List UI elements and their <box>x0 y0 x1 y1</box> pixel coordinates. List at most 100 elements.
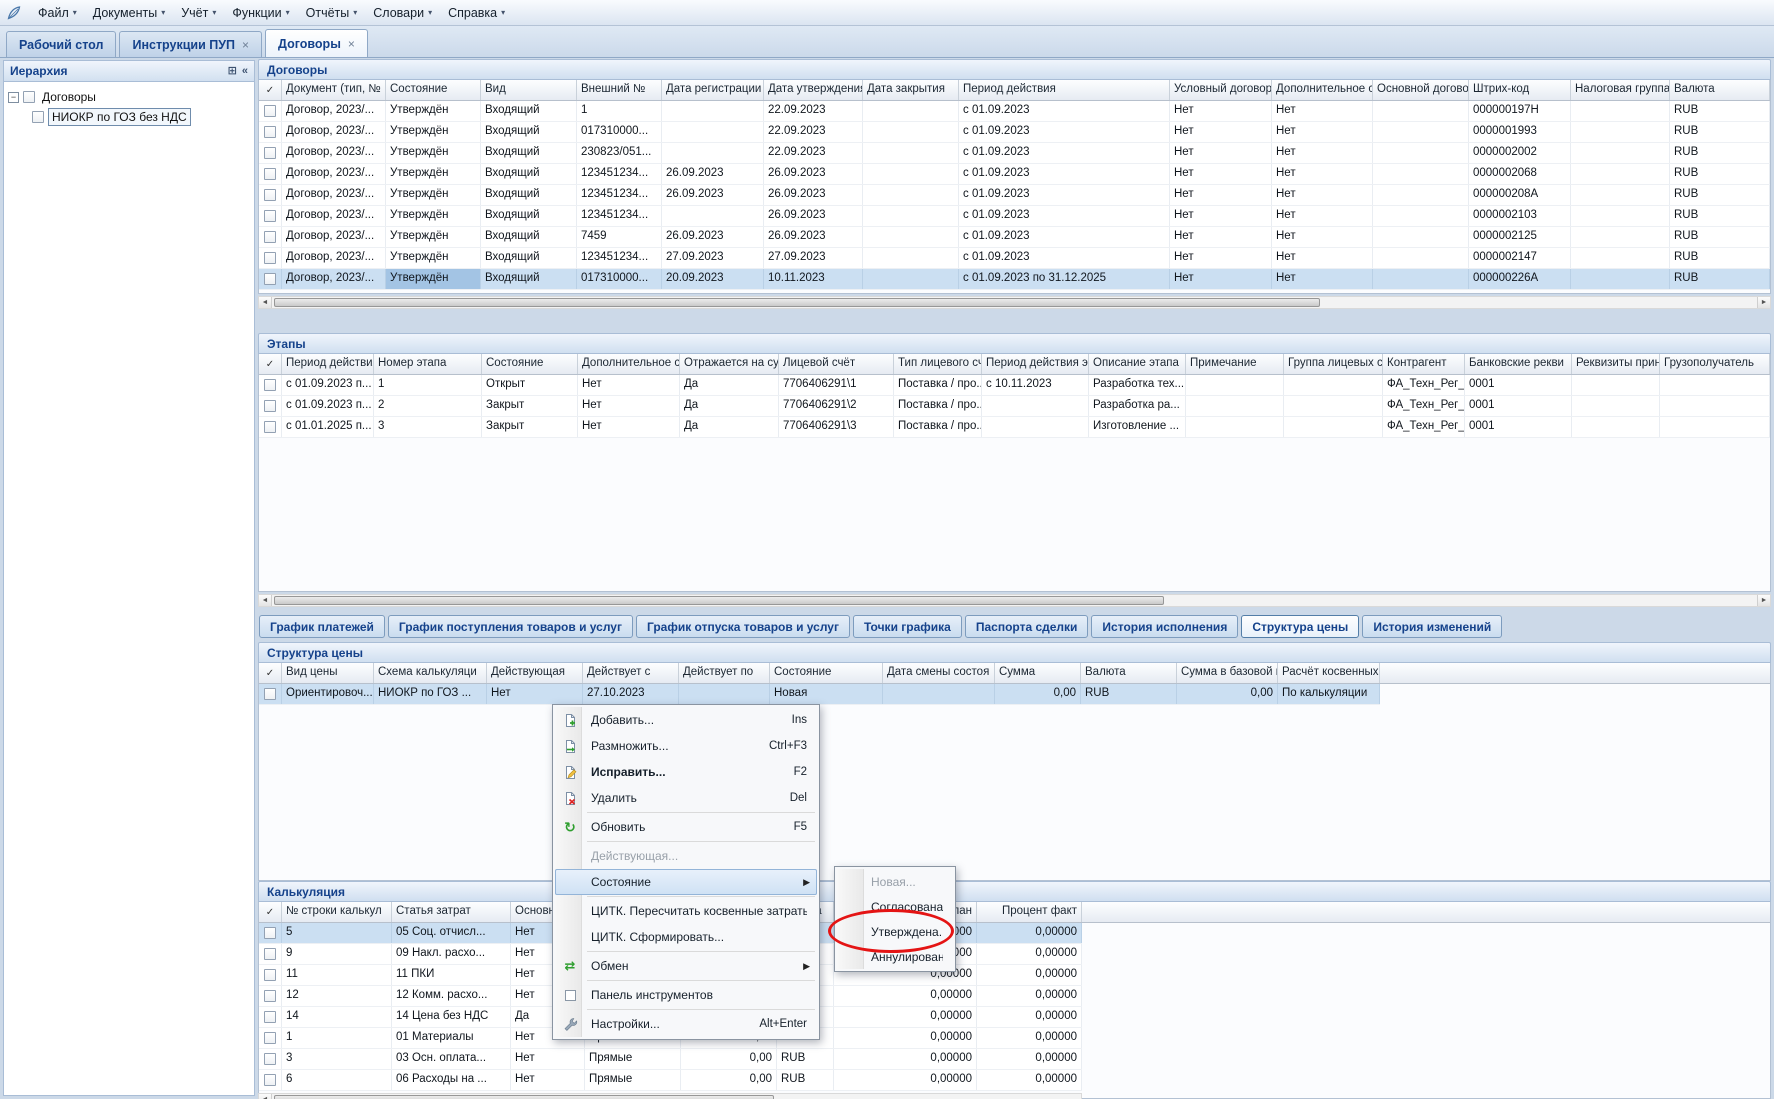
table-cell[interactable]: 03 Осн. оплата... <box>392 1049 511 1069</box>
close-tab-icon[interactable]: × <box>348 37 355 51</box>
row-checkbox[interactable] <box>264 969 276 981</box>
column-header[interactable]: Сумма в базовой в <box>1177 663 1278 683</box>
table-cell[interactable]: RUB <box>1670 101 1770 121</box>
table-cell[interactable]: 11 ПКИ <box>392 965 511 985</box>
table-row[interactable]: Договор, 2023/...УтверждёнВходящий123451… <box>259 164 1770 185</box>
row-checkbox[interactable] <box>264 400 276 412</box>
table-row[interactable]: с 01.09.2023 п...2ЗакрытНетДа7706406291\… <box>259 396 1770 417</box>
row-checkbox[interactable] <box>264 1053 276 1065</box>
menu-item[interactable]: Аннулирована... <box>837 944 953 969</box>
table-cell[interactable]: 27.09.2023 <box>662 248 764 268</box>
table-cell[interactable]: 0,00000 <box>834 986 977 1006</box>
table-cell[interactable] <box>1571 248 1670 268</box>
column-header[interactable]: Действует с <box>583 663 679 683</box>
table-cell[interactable]: Нет <box>1170 227 1272 247</box>
table-cell[interactable]: 0000002125 <box>1469 227 1571 247</box>
column-header[interactable]: Дополнительное с <box>1272 80 1373 100</box>
menubar-item[interactable]: Словари▾ <box>365 2 440 24</box>
table-cell[interactable]: Утверждён <box>386 227 481 247</box>
table-cell[interactable]: Договор, 2023/... <box>282 101 386 121</box>
table-cell[interactable]: Утверждён <box>386 101 481 121</box>
calculation-table[interactable]: ✓№ строки калькулСтатья затратОсновнаяВи… <box>258 902 1771 1099</box>
table-cell[interactable]: 7706406291\1 <box>779 375 894 395</box>
table-cell[interactable]: Да <box>680 417 779 437</box>
table-cell[interactable]: 123451234... <box>577 185 662 205</box>
table-cell[interactable]: с 01.09.2023 п... <box>282 396 374 416</box>
table-cell[interactable]: Нет <box>1170 185 1272 205</box>
table-cell[interactable] <box>1572 417 1660 437</box>
table-cell[interactable]: 22.09.2023 <box>764 101 863 121</box>
table-cell[interactable]: ФА_Техн_Рег_... <box>1383 417 1465 437</box>
table-cell[interactable]: ФА_Техн_Рег_... <box>1383 396 1465 416</box>
table-cell[interactable]: Новая <box>770 684 883 704</box>
table-cell[interactable] <box>1571 185 1670 205</box>
table-cell[interactable] <box>1373 101 1469 121</box>
table-cell[interactable]: 1 <box>282 1028 392 1048</box>
table-cell[interactable]: с 01.09.2023 <box>959 101 1170 121</box>
table-cell[interactable]: 0000002103 <box>1469 206 1571 226</box>
table-cell[interactable]: Прямые <box>585 1049 681 1069</box>
table-cell[interactable]: 000000208A <box>1469 185 1571 205</box>
table-cell[interactable]: 7706406291\3 <box>779 417 894 437</box>
table-cell[interactable]: Нет <box>1170 206 1272 226</box>
table-cell[interactable]: 0,00000 <box>977 1070 1082 1090</box>
table-cell[interactable]: с 01.09.2023 <box>959 248 1170 268</box>
table-cell[interactable]: 230823/051... <box>577 143 662 163</box>
table-cell[interactable]: 000000226A <box>1469 269 1571 289</box>
column-header[interactable]: Документ (тип, № <box>282 80 386 100</box>
table-cell[interactable] <box>1373 164 1469 184</box>
table-cell[interactable]: Открыт <box>482 375 578 395</box>
section-tab[interactable]: История изменений <box>1362 615 1502 638</box>
table-cell[interactable] <box>662 143 764 163</box>
table-cell[interactable]: RUB <box>1081 684 1177 704</box>
section-tab[interactable]: История исполнения <box>1091 615 1238 638</box>
row-checkbox[interactable] <box>264 1032 276 1044</box>
table-cell[interactable]: 14 <box>282 1007 392 1027</box>
table-cell[interactable]: с 01.09.2023 <box>959 206 1170 226</box>
table-cell[interactable]: Входящий <box>481 101 577 121</box>
table-cell[interactable] <box>863 143 959 163</box>
table-cell[interactable]: Да <box>680 396 779 416</box>
table-cell[interactable] <box>1373 122 1469 142</box>
table-cell[interactable]: с 01.09.2023 п... <box>282 375 374 395</box>
menu-item[interactable]: УдалитьDel <box>555 785 817 811</box>
table-cell[interactable]: Нет <box>578 417 680 437</box>
price-structure-table[interactable]: ✓Вид ценыСхема калькуляциДействующаяДейс… <box>258 663 1771 881</box>
table-cell[interactable] <box>1571 227 1670 247</box>
table-cell[interactable] <box>1186 417 1284 437</box>
table-cell[interactable]: Нет <box>1170 143 1272 163</box>
column-header[interactable]: Описание этапа <box>1089 354 1186 374</box>
scroll-right-icon[interactable]: ► <box>1757 595 1770 606</box>
table-cell[interactable]: Нет <box>1272 269 1373 289</box>
table-cell[interactable] <box>1571 101 1670 121</box>
table-cell[interactable]: Нет <box>511 1049 585 1069</box>
table-cell[interactable]: 12 Комм. расхо... <box>392 986 511 1006</box>
row-checkbox[interactable] <box>264 1074 276 1086</box>
table-cell[interactable]: 017310000... <box>577 269 662 289</box>
table-cell[interactable]: Поставка / про... <box>894 375 982 395</box>
table-cell[interactable]: Договор, 2023/... <box>282 185 386 205</box>
scrollbar-thumb[interactable] <box>274 596 1164 605</box>
section-tab[interactable]: Паспорта сделки <box>965 615 1089 638</box>
menubar-item[interactable]: Справка▾ <box>440 2 513 24</box>
menubar-item[interactable]: Функции▾ <box>224 2 297 24</box>
table-cell[interactable] <box>863 248 959 268</box>
table-cell[interactable]: 0000002147 <box>1469 248 1571 268</box>
table-cell[interactable]: 0,00000 <box>834 1070 977 1090</box>
table-cell[interactable] <box>863 269 959 289</box>
column-header[interactable]: Налоговая группа <box>1571 80 1670 100</box>
menubar-item[interactable]: Отчёты▾ <box>298 2 366 24</box>
table-cell[interactable]: Нет <box>1272 101 1373 121</box>
stages-table[interactable]: ✓Период действия..Номер этапаСостояниеДо… <box>258 354 1771 592</box>
select-all-header[interactable]: ✓ <box>259 663 282 683</box>
table-row[interactable]: 606 Расходы на ...НетПрямые0,00RUB0,0000… <box>259 1070 1082 1091</box>
table-cell[interactable]: 0000001993 <box>1469 122 1571 142</box>
table-row[interactable]: Договор, 2023/...УтверждёнВходящий122.09… <box>259 101 1770 122</box>
column-header[interactable]: Отражается на су <box>680 354 779 374</box>
table-cell[interactable]: 017310000... <box>577 122 662 142</box>
window-tab[interactable]: Договоры× <box>265 29 368 57</box>
column-header[interactable]: Состояние <box>482 354 578 374</box>
table-cell[interactable]: Разработка ра... <box>1089 396 1186 416</box>
scroll-right-icon[interactable]: ► <box>1757 297 1770 308</box>
table-cell[interactable] <box>1284 375 1383 395</box>
